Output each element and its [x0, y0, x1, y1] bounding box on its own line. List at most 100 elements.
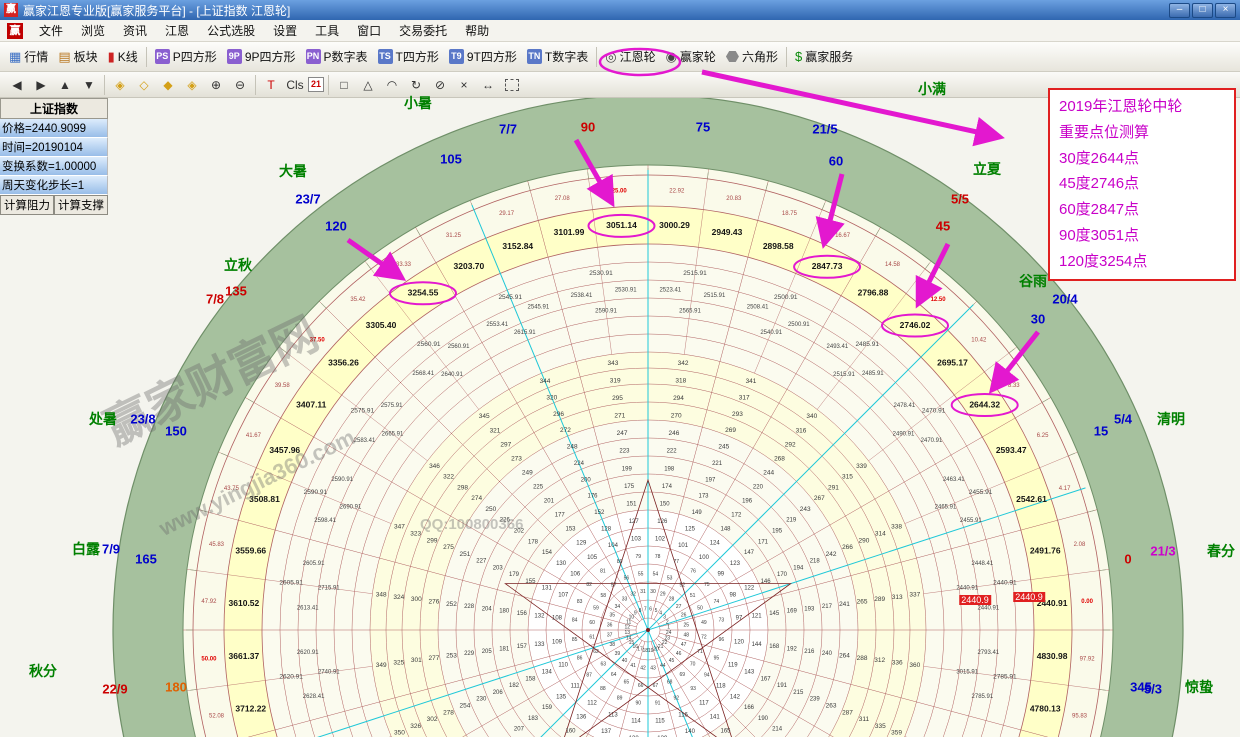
- svg-text:290: 290: [858, 537, 869, 544]
- menu-item[interactable]: 工具: [306, 19, 348, 42]
- calendar-button[interactable]: 21: [308, 77, 324, 92]
- calc-button[interactable]: 计算阻力: [0, 195, 54, 215]
- svg-text:287: 287: [842, 709, 853, 716]
- svg-text:2540.91: 2540.91: [760, 330, 782, 336]
- svg-text:206: 206: [493, 690, 504, 696]
- menu-item[interactable]: 帮助: [456, 19, 498, 42]
- svg-text:29.17: 29.17: [499, 211, 515, 217]
- toolbar-button-winner-service[interactable]: $赢家服务: [790, 45, 858, 68]
- svg-text:115: 115: [655, 719, 665, 725]
- svg-text:292: 292: [785, 441, 796, 448]
- menu-item[interactable]: 公式选股: [198, 19, 264, 42]
- back-button[interactable]: ◀: [6, 75, 28, 95]
- svg-text:23: 23: [665, 635, 671, 641]
- svg-text:2785.91: 2785.91: [972, 694, 994, 700]
- svg-text:2590.91: 2590.91: [331, 477, 353, 483]
- toolbar-button-kline[interactable]: ▮K线: [103, 45, 143, 68]
- pointer-button[interactable]: ▲: [54, 75, 76, 95]
- diamond-3-button[interactable]: ◆: [157, 75, 179, 95]
- svg-text:346: 346: [429, 463, 440, 470]
- svg-text:312: 312: [874, 657, 885, 664]
- svg-text:152: 152: [594, 510, 605, 516]
- cls-button[interactable]: Cls: [284, 75, 306, 95]
- kline-icon: ▮: [108, 49, 115, 64]
- toolbar-button-hexagon[interactable]: 六角形: [721, 45, 783, 68]
- svg-text:191: 191: [777, 683, 788, 689]
- svg-text:3000.29: 3000.29: [659, 220, 690, 230]
- annotation-line: 60度2847点: [1059, 197, 1225, 223]
- forward-button[interactable]: ▶: [30, 75, 52, 95]
- toolbar-button-9t-square[interactable]: T99T四方形: [444, 45, 522, 68]
- svg-text:2949.43: 2949.43: [712, 227, 743, 237]
- toolbar-button-t-square[interactable]: TST四方形: [373, 45, 444, 68]
- toolbar-button-t-number-table[interactable]: TNT数字表: [522, 45, 593, 68]
- resize-tool-button[interactable]: ↔: [477, 75, 499, 95]
- svg-text:41: 41: [630, 663, 636, 669]
- diamond-1-button[interactable]: ◈: [109, 75, 131, 95]
- toolbar-button-p-square[interactable]: PSP四方形: [150, 45, 222, 68]
- diamond-2-button[interactable]: ◇: [133, 75, 155, 95]
- svg-text:148: 148: [720, 527, 731, 533]
- svg-text:50: 50: [697, 606, 703, 612]
- svg-text:289: 289: [874, 596, 885, 603]
- toolbar-button-9p-square[interactable]: 9P9P四方形: [222, 45, 301, 68]
- toolbar-button-winner-wheel[interactable]: ◉赢家轮: [661, 45, 721, 68]
- rect-tool-button[interactable]: □: [333, 75, 355, 95]
- svg-text:340: 340: [806, 413, 817, 420]
- svg-text:2490.91: 2490.91: [893, 432, 915, 438]
- svg-text:2628.41: 2628.41: [303, 694, 325, 700]
- svg-text:4830.98: 4830.98: [1037, 651, 1068, 661]
- toolbar-button-quotes[interactable]: ▦行情: [4, 45, 53, 68]
- menu-item[interactable]: 文件: [30, 19, 72, 42]
- toolbar-button-p-number-table[interactable]: PNP数字表: [301, 45, 373, 68]
- svg-text:194: 194: [793, 565, 804, 571]
- svg-text:168: 168: [769, 644, 780, 650]
- svg-text:315: 315: [842, 474, 853, 481]
- svg-text:271: 271: [614, 413, 625, 420]
- menu-item[interactable]: 资讯: [114, 19, 156, 42]
- t-up-button[interactable]: T: [260, 75, 282, 95]
- maximize-button[interactable]: □: [1192, 3, 1213, 18]
- svg-text:244: 244: [763, 470, 774, 477]
- svg-text:149: 149: [692, 510, 703, 516]
- svg-text:123: 123: [730, 561, 741, 567]
- cross-tool-button[interactable]: ×: [453, 75, 475, 95]
- svg-text:2715.91: 2715.91: [318, 586, 340, 592]
- svg-text:5: 5: [655, 608, 658, 614]
- svg-text:272: 272: [560, 427, 571, 434]
- svg-text:2493.41: 2493.41: [827, 344, 849, 350]
- toolbar-button-sectors[interactable]: ▤板块: [53, 45, 102, 68]
- menu-item[interactable]: 交易委托: [390, 19, 456, 42]
- svg-text:117: 117: [699, 700, 709, 706]
- svg-text:2847.73: 2847.73: [812, 261, 843, 271]
- svg-text:313: 313: [892, 594, 903, 601]
- svg-text:104: 104: [608, 543, 619, 549]
- zoom-out-button[interactable]: ⊖: [229, 75, 251, 95]
- svg-text:0.00: 0.00: [1081, 599, 1093, 605]
- svg-text:48: 48: [684, 632, 690, 638]
- minimize-button[interactable]: –: [1169, 3, 1190, 18]
- menu-item[interactable]: 浏览: [72, 19, 114, 42]
- close-button[interactable]: ×: [1215, 3, 1236, 18]
- rotate-tool-button[interactable]: ↻: [405, 75, 427, 95]
- arc-tool-button[interactable]: ◠: [381, 75, 403, 95]
- menu-item[interactable]: 设置: [264, 19, 306, 42]
- svg-text:249: 249: [522, 470, 533, 477]
- svg-text:190: 190: [758, 716, 769, 722]
- calc-button[interactable]: 计算支撑: [54, 195, 108, 215]
- filter-button[interactable]: ▼: [78, 75, 100, 95]
- menu-item[interactable]: 窗口: [348, 19, 390, 42]
- lasso-tool-button[interactable]: [501, 75, 523, 95]
- svg-text:2620.91: 2620.91: [297, 650, 319, 656]
- zoom-in-button[interactable]: ⊕: [205, 75, 227, 95]
- toolbar-button-gann-wheel[interactable]: ◎江恩轮: [600, 45, 660, 68]
- circle-slash-tool-button[interactable]: ⊘: [429, 75, 451, 95]
- svg-text:153: 153: [565, 527, 576, 533]
- svg-text:265: 265: [857, 599, 868, 606]
- 9t-square-icon: T9: [449, 49, 464, 64]
- triangle-tool-button[interactable]: △: [357, 75, 379, 95]
- diamond-4-button[interactable]: ◈: [181, 75, 203, 95]
- svg-text:275: 275: [443, 544, 454, 551]
- svg-text:269: 269: [725, 427, 736, 434]
- menu-item[interactable]: 江恩: [156, 19, 198, 42]
